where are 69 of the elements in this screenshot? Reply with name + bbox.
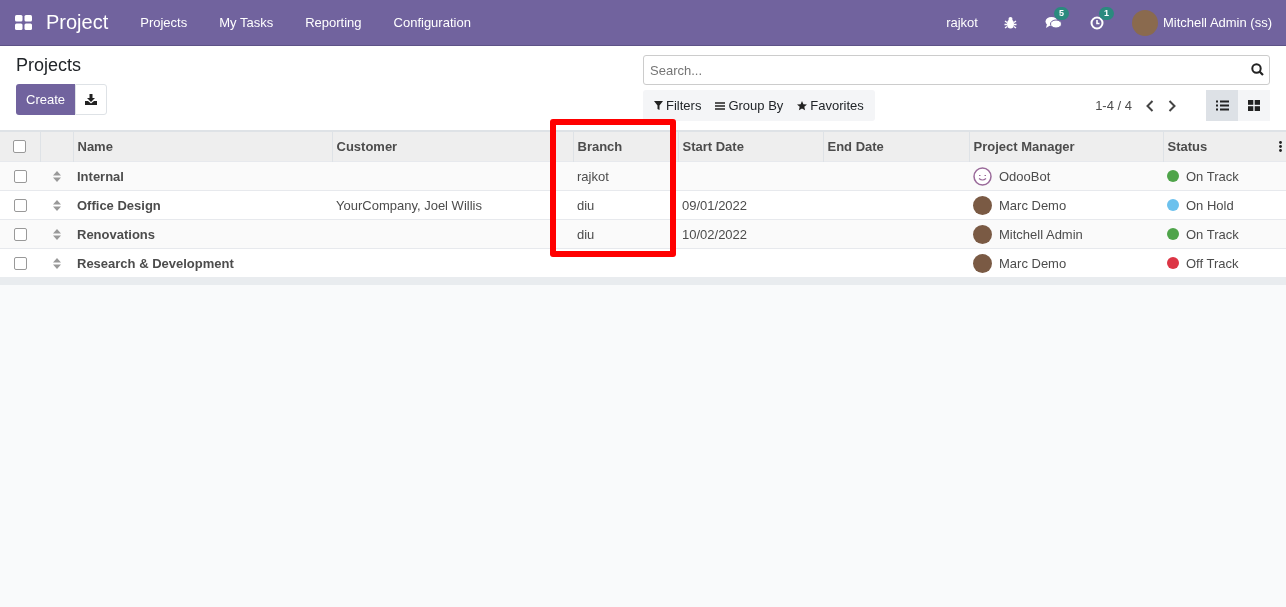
- search-option-button[interactable]: Group By: [708, 98, 791, 113]
- previous-button[interactable]: [1146, 99, 1154, 112]
- page-title: Projects: [16, 55, 83, 76]
- status-label: Off Track: [1186, 255, 1239, 271]
- download-button[interactable]: [75, 84, 108, 115]
- column-header[interactable]: Name: [77, 139, 113, 154]
- chevron-right-icon: [1168, 99, 1176, 112]
- pager-text: 1-4 / 4: [1095, 98, 1132, 113]
- bug-icon[interactable]: [1003, 16, 1017, 29]
- project-name: Office Design: [77, 197, 161, 213]
- project-name: Renovations: [77, 226, 155, 242]
- manager-name: Marc Demo: [999, 255, 1067, 271]
- drag-handle-icon[interactable]: [52, 228, 61, 240]
- manager-name: Mitchell Admin: [999, 226, 1083, 242]
- manager-name: Marc Demo: [999, 197, 1067, 213]
- clock-icon[interactable]: [1089, 15, 1104, 30]
- smiley-avatar-icon: [973, 166, 992, 186]
- menu-item[interactable]: Configuration: [393, 15, 471, 30]
- chevron-left-icon: [1146, 99, 1154, 112]
- branch-name: diu: [577, 197, 595, 213]
- search-option-button[interactable]: Filters: [647, 98, 709, 113]
- kebab-menu-icon[interactable]: [1279, 141, 1282, 152]
- column-header[interactable]: Status: [1167, 139, 1208, 154]
- list-lines-icon: [715, 101, 726, 110]
- start-date: 09/01/2022: [682, 197, 748, 213]
- start-date: 10/02/2022: [682, 226, 748, 242]
- kanban-view-button[interactable]: [1238, 90, 1270, 121]
- list-view-button[interactable]: [1206, 90, 1238, 121]
- funnel-icon: [654, 101, 663, 110]
- search-option-button[interactable]: Favorites: [790, 98, 871, 113]
- row-checkbox[interactable]: [13, 198, 27, 212]
- create-button[interactable]: Create: [16, 84, 76, 115]
- menu-item[interactable]: My Tasks: [219, 15, 274, 30]
- row-checkbox[interactable]: [13, 227, 27, 241]
- column-header[interactable]: Customer: [336, 139, 398, 154]
- status-label: On Hold: [1186, 197, 1234, 213]
- select-all-checkbox[interactable]: [13, 140, 27, 153]
- drag-handle-icon[interactable]: [52, 170, 61, 182]
- manager-name: OdooBot: [999, 168, 1051, 184]
- app-title: Project: [46, 11, 109, 34]
- status-label: On Track: [1186, 168, 1239, 184]
- message-count-badge: 5: [1053, 6, 1069, 20]
- user-name[interactable]: Mitchell Admin (ss): [1162, 15, 1272, 30]
- project-name: Research & Development: [77, 255, 234, 271]
- branch-name: diu: [577, 226, 595, 242]
- star-icon: [797, 100, 808, 111]
- app-grid-icon[interactable]: [15, 15, 32, 30]
- activity-count-badge: 1: [1098, 6, 1114, 20]
- user-avatar: [973, 224, 992, 244]
- customer-name: YourCompany, Joel Willis: [336, 197, 482, 213]
- user-avatar: [973, 195, 992, 215]
- status-label: On Track: [1186, 226, 1239, 242]
- download-icon: [85, 94, 98, 105]
- list-icon: [1215, 100, 1229, 111]
- search-field[interactable]: Search...: [643, 55, 1270, 85]
- menu-item[interactable]: Projects: [140, 15, 188, 30]
- kanban-icon: [1248, 100, 1260, 111]
- company-switcher[interactable]: rajkot: [946, 15, 978, 30]
- row-checkbox[interactable]: [13, 169, 27, 183]
- row-checkbox[interactable]: [13, 256, 27, 270]
- menu-item[interactable]: Reporting: [305, 15, 362, 30]
- search-icon[interactable]: [1251, 63, 1264, 76]
- next-button[interactable]: [1168, 99, 1176, 112]
- project-name: Internal: [77, 168, 124, 184]
- user-avatar: [973, 253, 992, 273]
- branch-name: rajkot: [577, 168, 609, 184]
- drag-handle-icon[interactable]: [52, 257, 61, 269]
- column-header[interactable]: End Date: [827, 139, 884, 154]
- drag-handle-icon[interactable]: [52, 199, 61, 211]
